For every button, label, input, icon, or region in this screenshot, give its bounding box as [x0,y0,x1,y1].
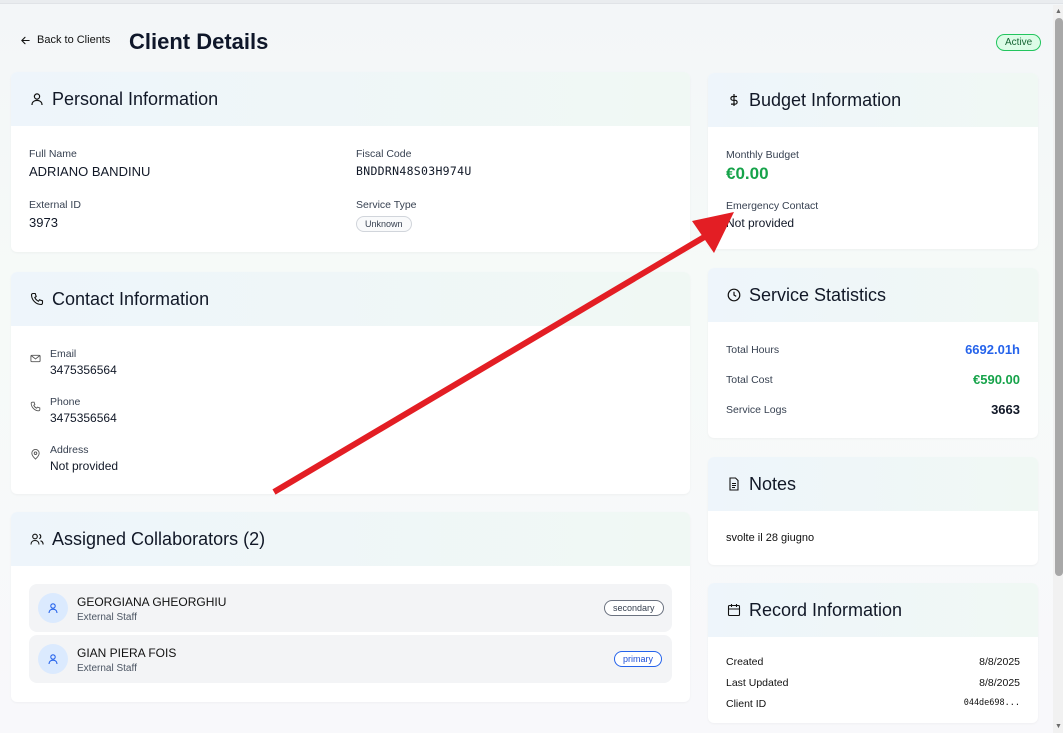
last-updated-value: 8/8/2025 [979,677,1020,689]
total-hours-label: Total Hours [726,343,780,356]
phone-icon [30,292,44,306]
full-name-label: Full Name [29,148,77,160]
address-label: Address [50,444,89,456]
service-logs-row: Service Logs 3663 [726,402,1020,417]
service-statistics-card: Service Statistics Total Hours 6692.01h … [708,268,1038,438]
created-value: 8/8/2025 [979,656,1020,668]
collaborator-role: External Staff [77,612,137,623]
budget-information-title: Budget Information [749,89,902,110]
calendar-icon [727,604,741,617]
fiscal-code-value: BNDDRN48S03H974U [356,164,472,178]
record-information-header: Record Information [708,583,1038,637]
contact-information-header: Contact Information [11,272,690,326]
service-statistics-header: Service Statistics [708,268,1038,322]
full-name-value: ADRIANO BANDINU [29,164,151,179]
notes-text: svolte il 28 giugno [726,532,815,544]
fiscal-code-label: Fiscal Code [356,148,412,160]
created-row: Created 8/8/2025 [726,656,1020,668]
phone-label: Phone [50,396,81,408]
scroll-down-arrow-icon[interactable]: ▼ [1054,723,1063,733]
avatar [38,593,68,623]
back-to-clients-link[interactable]: Back to Clients [20,34,110,46]
service-type-badge: Unknown [356,216,412,232]
budget-information-card: Budget Information Monthly Budget €0.00 … [708,73,1038,249]
total-hours-value: 6692.01h [965,342,1020,357]
personal-information-header: Personal Information [11,72,690,126]
total-cost-label: Total Cost [726,373,773,386]
status-badge: Active [996,34,1042,51]
contact-information-card: Contact Information Email 3475356564 Pho… [11,272,690,494]
service-statistics-title: Service Statistics [749,284,887,305]
user-icon [48,603,58,614]
external-id-field: External ID 3973 [29,199,81,230]
record-information-title: Record Information [749,599,903,620]
email-value: 3475356564 [50,363,117,377]
last-updated-row: Last Updated 8/8/2025 [726,677,1020,689]
secondary-badge: secondary [604,600,664,616]
page-header: Back to Clients Client Details Active [0,22,1050,62]
address-value: Not provided [50,459,119,473]
notes-title: Notes [749,473,797,494]
contact-information-title: Contact Information [52,288,210,309]
emergency-contact-field: Emergency Contact Not provided [726,200,818,230]
record-information-card: Record Information Created 8/8/2025 Last… [708,583,1038,723]
created-label: Created [726,656,764,668]
notes-header: Notes [708,457,1038,511]
fiscal-code-field: Fiscal Code BNDDRN48S03H974U [356,148,472,178]
email-row: Email 3475356564 [30,348,117,377]
file-text-icon [729,477,739,491]
external-id-label: External ID [29,199,81,211]
scrollbar-thumb[interactable] [1055,18,1063,576]
avatar [38,644,68,674]
user-icon [31,93,43,106]
emergency-contact-label: Emergency Contact [726,200,819,212]
collaborator-item[interactable]: GEORGIANA GHEORGHIU External Staff secon… [29,584,672,632]
emergency-contact-value: Not provided [726,216,795,230]
external-id-value: 3973 [29,215,58,230]
personal-information-title: Personal Information [52,88,219,109]
client-id-value: 044de698... [963,698,1020,708]
service-logs-value: 3663 [991,402,1020,417]
service-logs-label: Service Logs [726,403,787,416]
assigned-collaborators-header: Assigned Collaborators (2) [11,512,690,566]
notes-card: Notes svolte il 28 giugno [708,457,1038,565]
total-hours-row: Total Hours 6692.01h [726,342,1020,357]
mail-icon [30,354,41,363]
collaborator-item[interactable]: GIAN PIERA FOIS External Staff primary [29,635,672,683]
full-name-field: Full Name ADRIANO BANDINU [29,148,150,179]
monthly-budget-field: Monthly Budget €0.00 [726,149,799,184]
collaborator-name: GEORGIANA GHEORGHIU [77,595,227,609]
back-label: Back to Clients [37,34,111,46]
scroll-up-arrow-icon[interactable]: ▲ [1054,8,1063,18]
last-updated-label: Last Updated [726,677,789,689]
phone-value: 3475356564 [50,411,117,425]
service-type-label: Service Type [356,199,417,211]
total-cost-row: Total Cost €590.00 [726,372,1020,387]
monthly-budget-label: Monthly Budget [726,149,799,161]
client-id-label: Client ID [726,698,767,710]
personal-information-card: Personal Information Full Name ADRIANO B… [11,72,690,252]
arrow-left-icon [21,36,30,44]
primary-badge: primary [614,651,663,667]
phone-icon [30,401,41,412]
collaborator-role: External Staff [77,663,137,674]
service-type-field: Service Type Unknown [356,199,417,232]
monthly-budget-value: €0.00 [726,164,769,183]
map-pin-icon [31,449,40,460]
users-icon [30,533,44,545]
collaborator-name: GIAN PIERA FOIS [77,646,177,660]
phone-row: Phone 3475356564 [30,396,117,425]
total-cost-value: €590.00 [973,372,1020,387]
client-id-row: Client ID 044de698... [726,698,1020,710]
budget-information-header: Budget Information [708,73,1038,127]
top-border [0,0,1063,4]
email-label: Email [50,348,77,360]
assigned-collaborators-card: Assigned Collaborators (2) GEORGIANA GHE… [11,512,690,702]
address-row: Address Not provided [30,444,118,473]
page-title: Client Details [129,29,269,54]
dollar-icon [730,94,738,106]
clock-icon [727,288,741,302]
assigned-collaborators-title: Assigned Collaborators (2) [52,528,266,549]
user-icon [48,654,58,665]
